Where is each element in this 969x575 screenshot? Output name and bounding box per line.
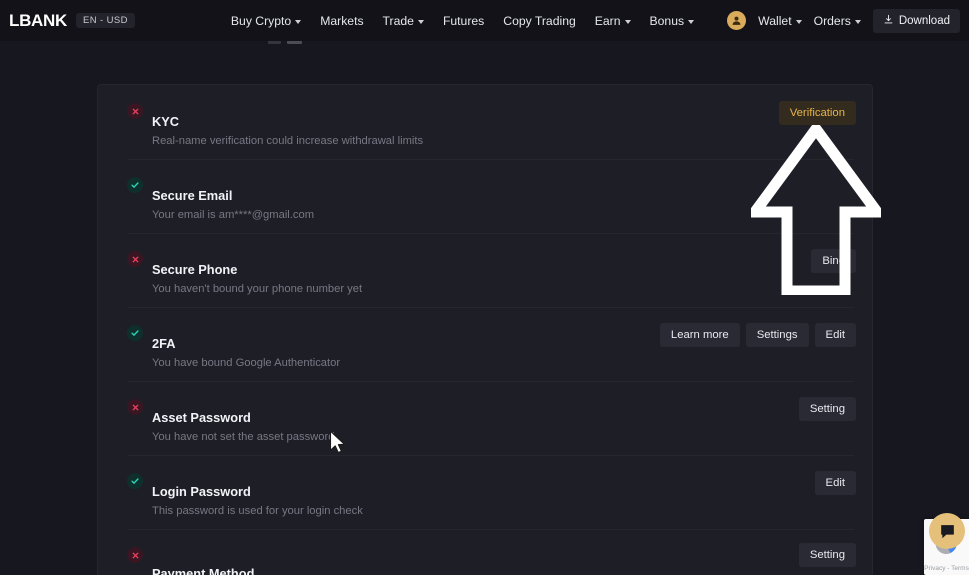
check-mark-icon [127,473,143,489]
security-row-payment-method: Payment Method Setting [98,529,872,575]
security-row-desc: You have bound Google Authenticator [152,356,341,369]
security-row-secure-phone-actions: Bind [811,249,856,273]
security-row-secure-email: Secure Email Your email is am****@gmail.… [98,159,872,233]
security-row-asset-password-text: Asset Password You have not set the asse… [152,392,334,445]
nav-trade-label: Trade [382,13,414,28]
security-settings-card: KYC Real-name verification could increas… [97,84,873,575]
x-mark-icon [127,547,143,563]
security-row-login-password-text: Login Password This password is used for… [152,466,363,519]
security-row-kyc-actions: Verification [778,101,856,125]
security-row-secure-phone: Secure Phone You haven't bound your phon… [98,233,872,307]
settings-button[interactable]: Settings [745,323,809,347]
nav-markets-label: Markets [320,13,364,28]
wallet-label: Wallet [758,13,792,28]
chevron-down-icon [795,19,802,24]
chat-bubble-icon[interactable] [929,513,965,549]
chevron-down-icon [854,19,861,24]
nav-futures-label: Futures [442,13,485,28]
security-row-title: Login Password [152,483,251,499]
security-row-title: KYC [152,113,180,129]
security-row-login-password-actions: Edit [814,471,856,495]
nav-buy-crypto-label: Buy Crypto [230,13,292,28]
chevron-down-icon [688,19,695,24]
recaptcha-privacy-terms-label[interactable]: Privacy - Terms [924,565,969,572]
nav-trade[interactable]: Trade [383,14,424,28]
security-row-2fa-actions: Learn more Settings Edit [659,323,856,347]
main-nav: Buy Crypto Markets Trade Futures Copy Tr… [230,13,695,28]
nav-markets[interactable]: Markets [320,14,363,28]
nav-earn[interactable]: Earn [595,14,631,28]
x-mark-icon [127,103,143,119]
brand-logo[interactable]: LBANK [9,11,67,31]
user-avatar-icon[interactable] [727,11,747,30]
security-row-2fa-text: 2FA You have bound Google Authenticator [152,318,340,371]
download-button[interactable]: Download [872,8,960,33]
learn-more-button[interactable]: Learn more [659,323,740,347]
x-mark-icon [127,251,143,267]
nav-copy-trading-label: Copy Trading [503,13,576,28]
nav-earn-label: Earn [594,13,621,28]
security-row-kyc-text: KYC Real-name verification could increas… [152,96,423,149]
orders-menu[interactable]: Orders [814,14,861,28]
download-icon [883,14,894,28]
security-row-payment-method-text: Payment Method [152,548,254,575]
security-row-desc: You haven't bound your phone number yet [152,282,363,295]
nav-bonus[interactable]: Bonus [650,14,695,28]
setting-button[interactable]: Setting [798,543,856,567]
header-right-group: Wallet Orders Download [727,8,960,33]
security-row-title: Secure Phone [152,261,238,277]
x-mark-icon [127,399,143,415]
chevron-down-icon [417,19,424,24]
security-row-title: Secure Email [152,187,233,203]
page-body: KYC Real-name verification could increas… [0,39,969,575]
nav-bonus-label: Bonus [649,13,685,28]
setting-button[interactable]: Setting [798,397,856,421]
locale-currency-badge[interactable]: EN - USD [76,12,135,29]
security-row-secure-email-text: Secure Email Your email is am****@gmail.… [152,170,314,223]
security-row-asset-password: Asset Password You have not set the asse… [98,381,872,455]
security-row-desc: This password is used for your login che… [152,504,363,517]
check-mark-icon [127,325,143,341]
security-row-desc: Your email is am****@gmail.com [152,208,315,221]
security-row-login-password: Login Password This password is used for… [98,455,872,529]
nav-buy-crypto[interactable]: Buy Crypto [230,13,302,28]
security-row-2fa: 2FA You have bound Google Authenticator … [98,307,872,381]
check-mark-icon [127,177,143,193]
verification-button[interactable]: Verification [778,101,856,125]
chevron-down-icon [624,19,631,24]
orders-label: Orders [813,13,851,28]
bind-button[interactable]: Bind [811,249,856,273]
security-row-desc: You have not set the asset password [152,430,335,443]
nav-futures[interactable]: Futures [443,14,484,28]
security-row-title: 2FA [152,335,176,351]
site-header: LBANK EN - USD Buy Crypto Markets Trade … [0,0,969,41]
security-row-payment-method-actions: Setting [798,543,856,567]
wallet-menu[interactable]: Wallet [758,13,802,28]
security-row-kyc: KYC Real-name verification could increas… [98,85,872,159]
nav-copy-trading[interactable]: Copy Trading [503,14,576,28]
download-label: Download [898,14,950,27]
security-row-secure-phone-text: Secure Phone You haven't bound your phon… [152,244,362,297]
security-row-asset-password-actions: Setting [798,397,856,421]
security-row-title: Asset Password [152,409,251,425]
chevron-down-icon [295,19,302,24]
security-row-title: Payment Method [152,565,255,575]
edit-button[interactable]: Edit [814,471,856,495]
edit-button[interactable]: Edit [814,323,856,347]
security-row-desc: Real-name verification could increase wi… [152,134,424,147]
